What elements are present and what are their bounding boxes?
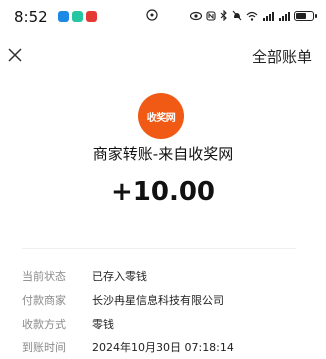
detail-label: 当前状态 [22, 270, 66, 283]
wifi-icon [246, 11, 258, 21]
detail-value: 长沙冉星信息科技有限公司 [92, 294, 224, 307]
merchant-logo: 收奖网 [138, 93, 184, 139]
transaction-amount: +10.00 [110, 177, 216, 207]
notification-icons [58, 11, 97, 22]
divider [22, 248, 296, 249]
status-time: 8:52 [14, 8, 48, 26]
detail-label: 付款商家 [22, 294, 66, 307]
detail-value: 2024年10月30日 07:18:14 [92, 341, 234, 354]
hotspot-icon [146, 9, 158, 24]
app-notification-icon [86, 11, 97, 22]
mute-icon [232, 10, 242, 21]
close-icon [8, 48, 22, 62]
status-indicators [190, 10, 317, 21]
all-bills-link[interactable]: 全部账单 [252, 46, 312, 67]
eye-icon [190, 11, 202, 20]
bluetooth-icon [220, 10, 227, 21]
signal-icon [263, 11, 274, 21]
close-button[interactable] [4, 44, 26, 66]
app-notification-icon [58, 11, 69, 22]
detail-label: 收款方式 [22, 318, 66, 331]
battery-icon [294, 10, 317, 21]
transaction-title: 商家转账-来自收奖网 [92, 145, 234, 163]
app-notification-icon [72, 11, 83, 22]
signal-icon [279, 11, 290, 21]
detail-label: 到账时间 [22, 341, 66, 354]
detail-value: 零钱 [92, 318, 114, 331]
status-bar: 8:52 [0, 0, 326, 36]
merchant-logo-text: 收奖网 [146, 112, 176, 124]
nfc-icon [206, 10, 216, 21]
detail-value: 已存入零钱 [92, 270, 147, 283]
